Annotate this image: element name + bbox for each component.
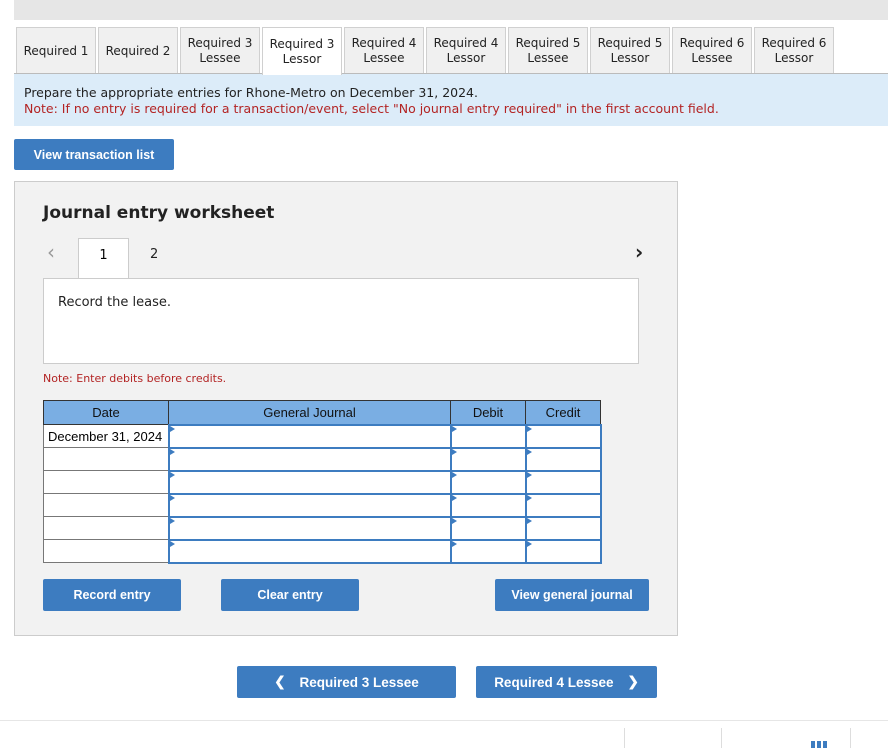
chevron-right-icon[interactable]: › xyxy=(635,240,643,264)
debit-input[interactable] xyxy=(449,538,527,564)
tab-label: Required 6 Lessee xyxy=(679,36,745,65)
tab-required-9[interactable]: Required 6 Lessee xyxy=(672,27,752,74)
col-date: Date xyxy=(43,400,169,425)
tab-label: Required 5 Lessee xyxy=(515,36,581,65)
footer-nav-divider xyxy=(624,728,625,748)
table-row: December 31, 2024 xyxy=(43,423,602,449)
date-cell[interactable]: December 31, 2024 xyxy=(43,424,169,448)
page-label: 1 xyxy=(99,248,108,263)
debit-input[interactable] xyxy=(449,423,527,449)
credit-input[interactable] xyxy=(524,423,602,449)
grid-icon[interactable] xyxy=(811,741,828,748)
tab-required-5[interactable]: Required 4 Lessee xyxy=(344,27,424,74)
next-label: Required 4 Lessee xyxy=(494,674,614,690)
account-input[interactable] xyxy=(167,446,452,472)
table-row xyxy=(43,446,602,472)
chevron-left-icon[interactable]: ‹ xyxy=(47,240,55,264)
tab-label: Required 4 Lessee xyxy=(351,36,417,65)
debit-input[interactable] xyxy=(449,446,527,472)
date-cell[interactable] xyxy=(43,493,169,517)
credit-input[interactable] xyxy=(524,492,602,518)
tab-label: Required 3 Lessor xyxy=(269,36,335,66)
instructions-note: Note: If no entry is required for a tran… xyxy=(24,101,719,116)
next-required-button[interactable]: Required 4 Lessee ❯ xyxy=(476,666,657,698)
tab-required-4[interactable]: Required 3 Lessor xyxy=(262,27,342,75)
table-row xyxy=(43,515,602,541)
tab-label: Required 2 xyxy=(105,43,171,58)
tab-required-8[interactable]: Required 5 Lessor xyxy=(590,27,670,74)
tab-required-2[interactable]: Required 2 xyxy=(98,27,178,74)
col-debit: Debit xyxy=(450,400,526,425)
tab-label: Required 3 Lessee xyxy=(187,36,253,65)
credit-input[interactable] xyxy=(524,446,602,472)
prev-label: Required 3 Lessee xyxy=(299,674,419,690)
journal-entry-worksheet: Journal entry worksheet ‹ 1 2 › Record t… xyxy=(14,181,678,636)
date-cell[interactable] xyxy=(43,447,169,471)
tab-required-1[interactable]: Required 1 xyxy=(16,27,96,74)
account-input[interactable] xyxy=(167,469,452,495)
account-input[interactable] xyxy=(167,423,452,449)
instructions-text: Prepare the appropriate entries for Rhon… xyxy=(24,85,478,100)
tab-required-10[interactable]: Required 6 Lessor xyxy=(754,27,834,74)
tab-required-7[interactable]: Required 5 Lessee xyxy=(508,27,588,74)
col-credit: Credit xyxy=(525,400,601,425)
entry-description: Record the lease. xyxy=(43,278,639,364)
account-input[interactable] xyxy=(167,538,452,564)
top-bar xyxy=(14,0,888,20)
date-cell[interactable] xyxy=(43,516,169,540)
credit-input[interactable] xyxy=(524,515,602,541)
footer-divider xyxy=(0,720,888,721)
account-input[interactable] xyxy=(167,492,452,518)
credit-input[interactable] xyxy=(524,538,602,564)
tab-label: Required 1 xyxy=(23,43,89,58)
tab-label: Required 4 Lessor xyxy=(433,36,499,65)
clear-entry-button[interactable]: Clear entry xyxy=(221,579,359,611)
page-tab-2[interactable]: 2 xyxy=(150,247,158,262)
view-transaction-list-button[interactable]: View transaction list xyxy=(14,139,174,170)
tab-label: Required 5 Lessor xyxy=(597,36,663,65)
credit-input[interactable] xyxy=(524,469,602,495)
tab-label: Required 6 Lessor xyxy=(761,36,827,65)
date-cell[interactable] xyxy=(43,539,169,563)
debit-input[interactable] xyxy=(449,515,527,541)
prev-required-button[interactable]: ❮ Required 3 Lessee xyxy=(237,666,456,698)
footer-nav-divider xyxy=(721,728,722,748)
table-row xyxy=(43,538,602,564)
record-entry-button[interactable]: Record entry xyxy=(43,579,181,611)
tab-required-6[interactable]: Required 4 Lessor xyxy=(426,27,506,74)
col-general-journal: General Journal xyxy=(168,400,451,425)
footer-nav-divider xyxy=(850,728,851,748)
tab-bar: Required 1 Required 2 Required 3 Lessee Requ… xyxy=(16,27,836,75)
account-input[interactable] xyxy=(167,515,452,541)
date-cell[interactable] xyxy=(43,470,169,494)
table-row xyxy=(43,492,602,518)
chevron-left-icon: ❮ xyxy=(274,674,286,689)
debit-input[interactable] xyxy=(449,469,527,495)
chevron-right-icon: ❯ xyxy=(627,674,639,689)
journal-table: Date General Journal Debit Credit Decemb… xyxy=(43,400,602,564)
table-row xyxy=(43,469,602,495)
page-tab-1[interactable]: 1 xyxy=(78,238,129,279)
debit-input[interactable] xyxy=(449,492,527,518)
worksheet-title: Journal entry worksheet xyxy=(43,203,275,223)
instructions-panel: Prepare the appropriate entries for Rhon… xyxy=(14,74,888,126)
debit-note: Note: Enter debits before credits. xyxy=(43,372,227,385)
view-general-journal-button[interactable]: View general journal xyxy=(495,579,649,611)
tab-required-3[interactable]: Required 3 Lessee xyxy=(180,27,260,74)
